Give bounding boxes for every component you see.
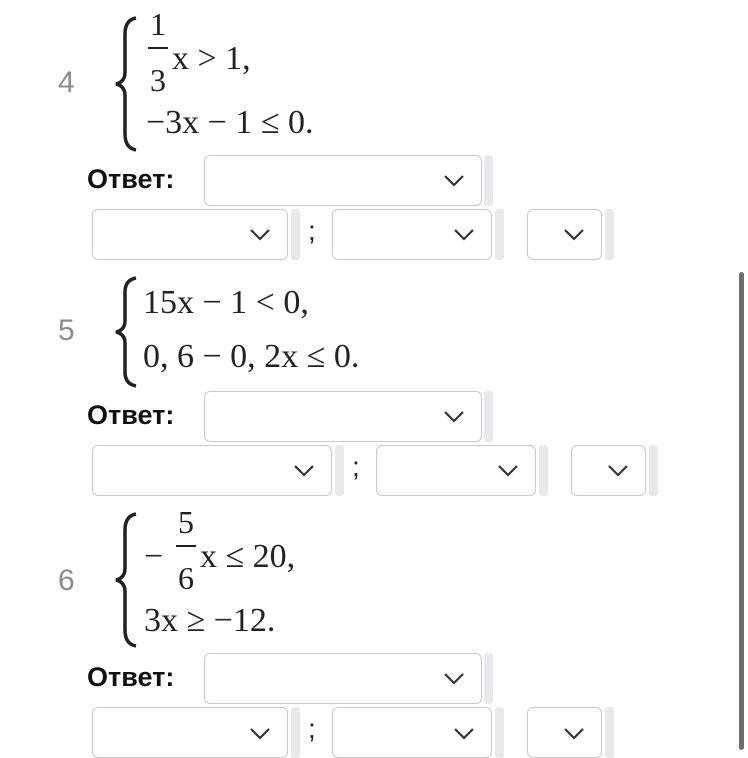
chevron-down-icon xyxy=(454,728,474,740)
chevron-down-icon xyxy=(564,728,584,740)
chevron-down-icon xyxy=(564,228,584,241)
select-handle xyxy=(291,707,300,758)
chevron-down-icon xyxy=(498,464,518,477)
select-handle xyxy=(291,209,300,260)
chevron-down-icon xyxy=(454,228,474,241)
select-handle xyxy=(649,445,658,496)
fraction-denominator: 6 xyxy=(178,560,194,596)
inequality-line-2: 0, 6 − 0, 2x ≤ 0. xyxy=(143,338,360,375)
separator: ; xyxy=(352,451,360,482)
left-bound-select[interactable] xyxy=(92,209,288,260)
right-bound-select[interactable] xyxy=(376,445,536,496)
problem-number: 4 xyxy=(58,66,75,99)
fraction-bar xyxy=(176,545,196,547)
inequality-line-1: x ≤ 20, xyxy=(200,538,296,575)
fraction-denominator: 3 xyxy=(150,62,166,98)
fraction-sign: − xyxy=(144,538,164,575)
chevron-down-icon xyxy=(444,672,464,685)
right-bound-select[interactable] xyxy=(332,209,492,260)
separator: ; xyxy=(308,713,316,744)
chevron-down-icon xyxy=(444,174,464,187)
select-handle xyxy=(484,391,493,442)
chevron-down-icon xyxy=(294,464,314,477)
answer-label: Ответ: xyxy=(87,662,175,692)
fraction-bar xyxy=(148,47,168,49)
answer-type-select[interactable] xyxy=(204,391,482,442)
chevron-down-icon xyxy=(250,228,270,241)
fraction-numerator: 1 xyxy=(150,6,166,42)
select-handle xyxy=(495,707,504,758)
inequality-line-1: 15x − 1 < 0, xyxy=(143,284,309,321)
left-bound-select[interactable] xyxy=(92,445,332,496)
answer-type-select[interactable] xyxy=(204,155,482,206)
system-brace-icon xyxy=(115,16,137,152)
inequality-line-2: 3x ≥ −12. xyxy=(144,602,276,639)
select-handle xyxy=(605,707,614,758)
select-handle xyxy=(605,209,614,260)
bracket-select[interactable] xyxy=(527,707,602,758)
chevron-down-icon xyxy=(250,728,270,740)
select-handle xyxy=(335,445,344,496)
system-brace-icon xyxy=(115,512,137,648)
answer-label: Ответ: xyxy=(87,400,175,430)
select-handle xyxy=(495,209,504,260)
bracket-select[interactable] xyxy=(527,209,602,260)
chevron-down-icon xyxy=(608,464,628,477)
right-bound-select[interactable] xyxy=(332,707,492,758)
fraction-numerator: 5 xyxy=(178,504,194,540)
select-handle xyxy=(484,653,493,704)
separator: ; xyxy=(308,215,316,246)
left-bound-select[interactable] xyxy=(92,707,288,758)
inequality-line-2: −3x − 1 ≤ 0. xyxy=(146,104,314,141)
select-handle xyxy=(484,155,493,206)
problem-number: 6 xyxy=(58,564,75,597)
answer-type-select[interactable] xyxy=(204,653,482,704)
bracket-select[interactable] xyxy=(571,445,646,496)
system-brace-icon xyxy=(115,276,137,388)
answer-label: Ответ: xyxy=(87,164,175,194)
chevron-down-icon xyxy=(444,410,464,423)
scrollbar[interactable] xyxy=(739,272,744,750)
inequality-line-1: x > 1, xyxy=(172,40,251,77)
select-handle xyxy=(539,445,548,496)
problem-number: 5 xyxy=(58,314,75,347)
